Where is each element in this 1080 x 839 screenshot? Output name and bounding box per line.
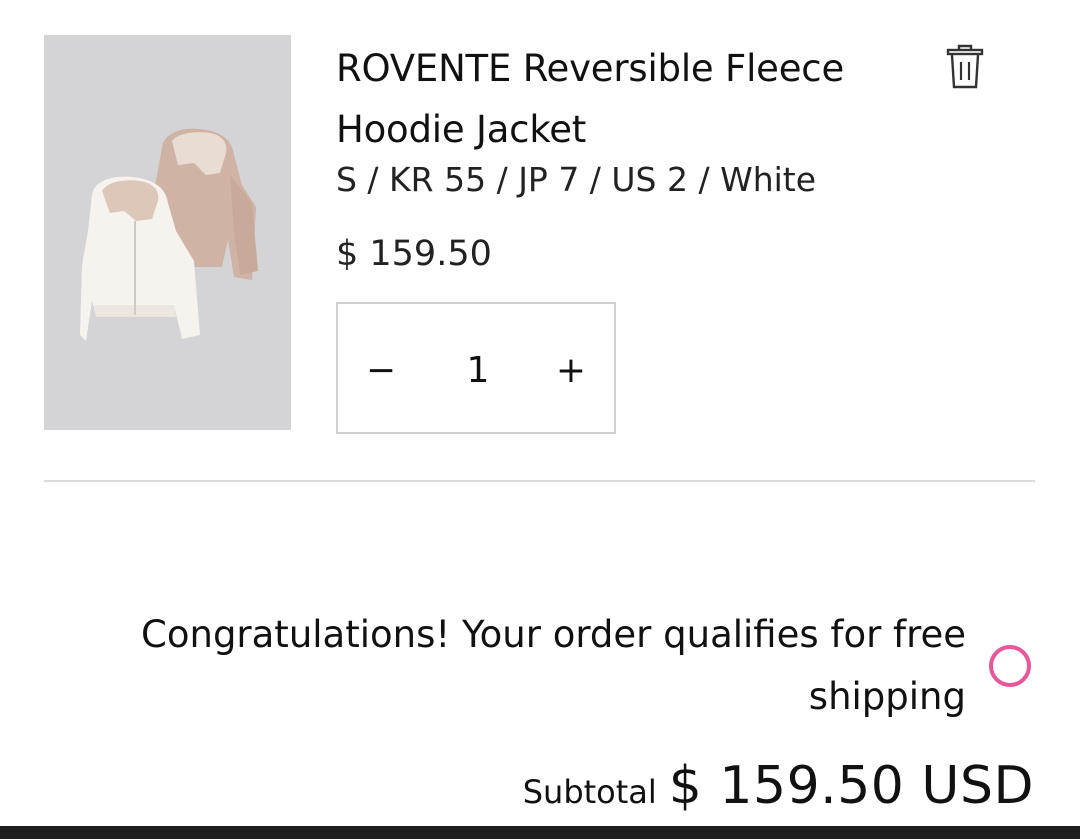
increase-quantity-button[interactable]: + — [546, 340, 596, 400]
product-image[interactable] — [44, 35, 291, 430]
item-price: $ 159.50 — [336, 234, 492, 274]
bottom-bar — [0, 826, 1080, 839]
shipping-indicator-icon — [989, 645, 1031, 687]
subtotal-amount: $ 159.50 USD — [668, 756, 1034, 816]
hoodie-jacket-image — [80, 128, 258, 341]
variant-options: S / KR 55 / JP 7 / US 2 / White — [336, 160, 817, 199]
trash-icon — [946, 44, 984, 89]
divider — [44, 480, 1035, 482]
quantity-input[interactable] — [428, 334, 528, 406]
subtotal-label: Subtotal — [522, 773, 657, 811]
subtotal-row: Subtotal $ 159.50 USD — [523, 756, 1034, 816]
quantity-stepper: − + — [336, 302, 616, 434]
free-shipping-message: Congratulations! Your order qualifies fo… — [141, 613, 966, 718]
remove-item-button[interactable] — [944, 42, 986, 92]
cart-item: ROVENTE Reversible Fleece Hoodie Jacket … — [0, 0, 1080, 480]
product-name[interactable]: ROVENTE Reversible Fleece Hoodie Jacket — [336, 38, 906, 160]
decrease-quantity-button[interactable]: − — [356, 340, 406, 400]
